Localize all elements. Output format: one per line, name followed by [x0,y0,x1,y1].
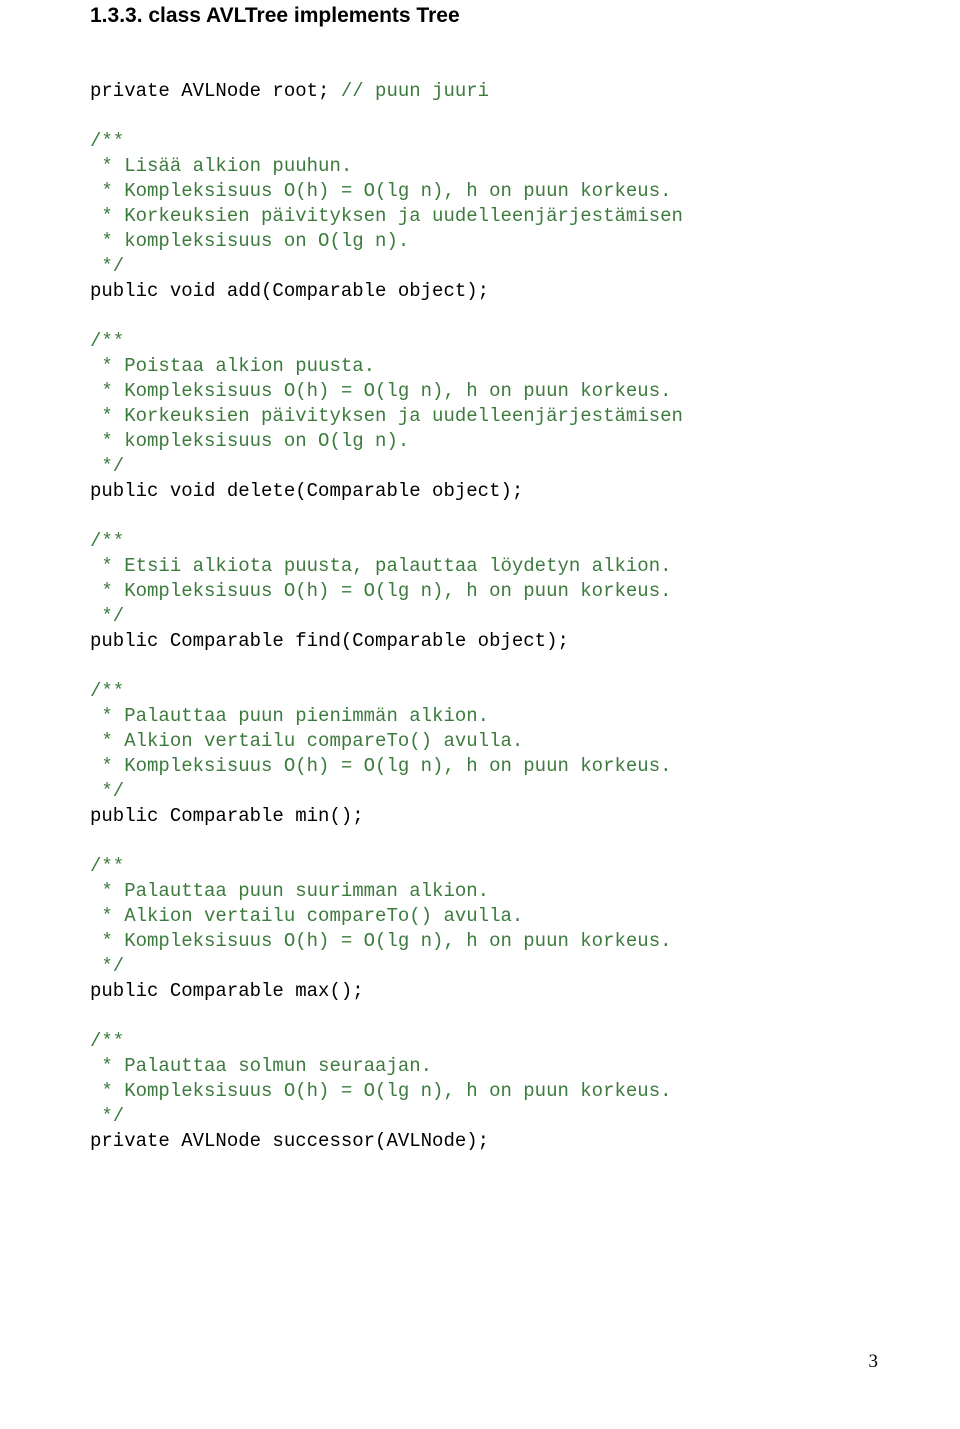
comment-text: * Alkion vertailu compareTo() avulla. [90,905,523,927]
comment-text: * kompleksisuus on O(lg n). [90,230,409,252]
code-line [90,304,880,329]
code-line [90,54,880,79]
comment-text: * Korkeuksien päivityksen ja uudelleenjä… [90,405,683,427]
code-line: public Comparable find(Comparable object… [90,629,880,654]
code-line: /** [90,129,880,154]
code-block: private AVLNode root; // puun juuri /** … [90,54,880,1154]
code-line: public void add(Comparable object); [90,279,880,304]
comment-text: */ [90,1105,124,1127]
comment-text: * Etsii alkiota puusta, palauttaa löydet… [90,555,672,577]
comment-text: * Kompleksisuus O(h) = O(lg n), h on puu… [90,180,672,202]
code-line: * Korkeuksien päivityksen ja uudelleenjä… [90,404,880,429]
comment-text: */ [90,780,124,802]
comment-text: * Kompleksisuus O(h) = O(lg n), h on puu… [90,1080,672,1102]
page-number: 3 [869,1351,879,1373]
comment-text: * Korkeuksien päivityksen ja uudelleenjä… [90,205,683,227]
comment-text: */ [90,455,124,477]
comment-text: /** [90,330,124,352]
code-line [90,829,880,854]
code-line: * Palauttaa puun suurimman alkion. [90,879,880,904]
code-line: * Kompleksisuus O(h) = O(lg n), h on puu… [90,179,880,204]
code-line: * Kompleksisuus O(h) = O(lg n), h on puu… [90,579,880,604]
comment-text: * Palauttaa puun pienimmän alkion. [90,705,489,727]
code-line [90,504,880,529]
code-line: public void delete(Comparable object); [90,479,880,504]
section-heading: 1.3.3. class AVLTree implements Tree [90,0,880,28]
code-line: * kompleksisuus on O(lg n). [90,229,880,254]
code-line: * Lisää alkion puuhun. [90,154,880,179]
code-line: * Palauttaa puun pienimmän alkion. [90,704,880,729]
code-text: private AVLNode root; [90,80,341,102]
code-line [90,1004,880,1029]
code-line: /** [90,1029,880,1054]
code-line: */ [90,454,880,479]
comment-text: /** [90,680,124,702]
code-line: /** [90,529,880,554]
code-line: * Korkeuksien päivityksen ja uudelleenjä… [90,204,880,229]
code-line: public Comparable max(); [90,979,880,1004]
comment-text: * Alkion vertailu compareTo() avulla. [90,730,523,752]
code-line: /** [90,679,880,704]
code-line: */ [90,779,880,804]
code-line: */ [90,254,880,279]
comment-text: /** [90,130,124,152]
comment-text: /** [90,1030,124,1052]
comment-text: * kompleksisuus on O(lg n). [90,430,409,452]
comment-text: * Lisää alkion puuhun. [90,155,352,177]
code-line: public Comparable min(); [90,804,880,829]
comment-text: * Kompleksisuus O(h) = O(lg n), h on puu… [90,930,672,952]
code-line: */ [90,604,880,629]
comment-text: // puun juuri [341,80,489,102]
document-page: 1.3.3. class AVLTree implements Tree pri… [0,0,960,1154]
comment-text: */ [90,605,124,627]
code-line [90,654,880,679]
code-line: * Alkion vertailu compareTo() avulla. [90,729,880,754]
comment-text: /** [90,530,124,552]
code-line [90,104,880,129]
code-line: /** [90,854,880,879]
comment-text: /** [90,855,124,877]
comment-text: * Kompleksisuus O(h) = O(lg n), h on puu… [90,755,672,777]
code-line: * Etsii alkiota puusta, palauttaa löydet… [90,554,880,579]
comment-text: */ [90,955,124,977]
code-line: */ [90,1104,880,1129]
comment-text: * Palauttaa puun suurimman alkion. [90,880,489,902]
code-line: private AVLNode successor(AVLNode); [90,1129,880,1154]
comment-text: * Poistaa alkion puusta. [90,355,375,377]
code-line: * Kompleksisuus O(h) = O(lg n), h on puu… [90,1079,880,1104]
comment-text: * Palauttaa solmun seuraajan. [90,1055,432,1077]
code-line: * Kompleksisuus O(h) = O(lg n), h on puu… [90,929,880,954]
code-line: * Kompleksisuus O(h) = O(lg n), h on puu… [90,754,880,779]
code-line: */ [90,954,880,979]
comment-text: */ [90,255,124,277]
code-line: * Palauttaa solmun seuraajan. [90,1054,880,1079]
code-line: private AVLNode root; // puun juuri [90,79,880,104]
code-line: * Alkion vertailu compareTo() avulla. [90,904,880,929]
comment-text: * Kompleksisuus O(h) = O(lg n), h on puu… [90,580,672,602]
comment-text: * Kompleksisuus O(h) = O(lg n), h on puu… [90,380,672,402]
code-line: * Kompleksisuus O(h) = O(lg n), h on puu… [90,379,880,404]
code-line: * kompleksisuus on O(lg n). [90,429,880,454]
code-line: /** [90,329,880,354]
code-line: * Poistaa alkion puusta. [90,354,880,379]
